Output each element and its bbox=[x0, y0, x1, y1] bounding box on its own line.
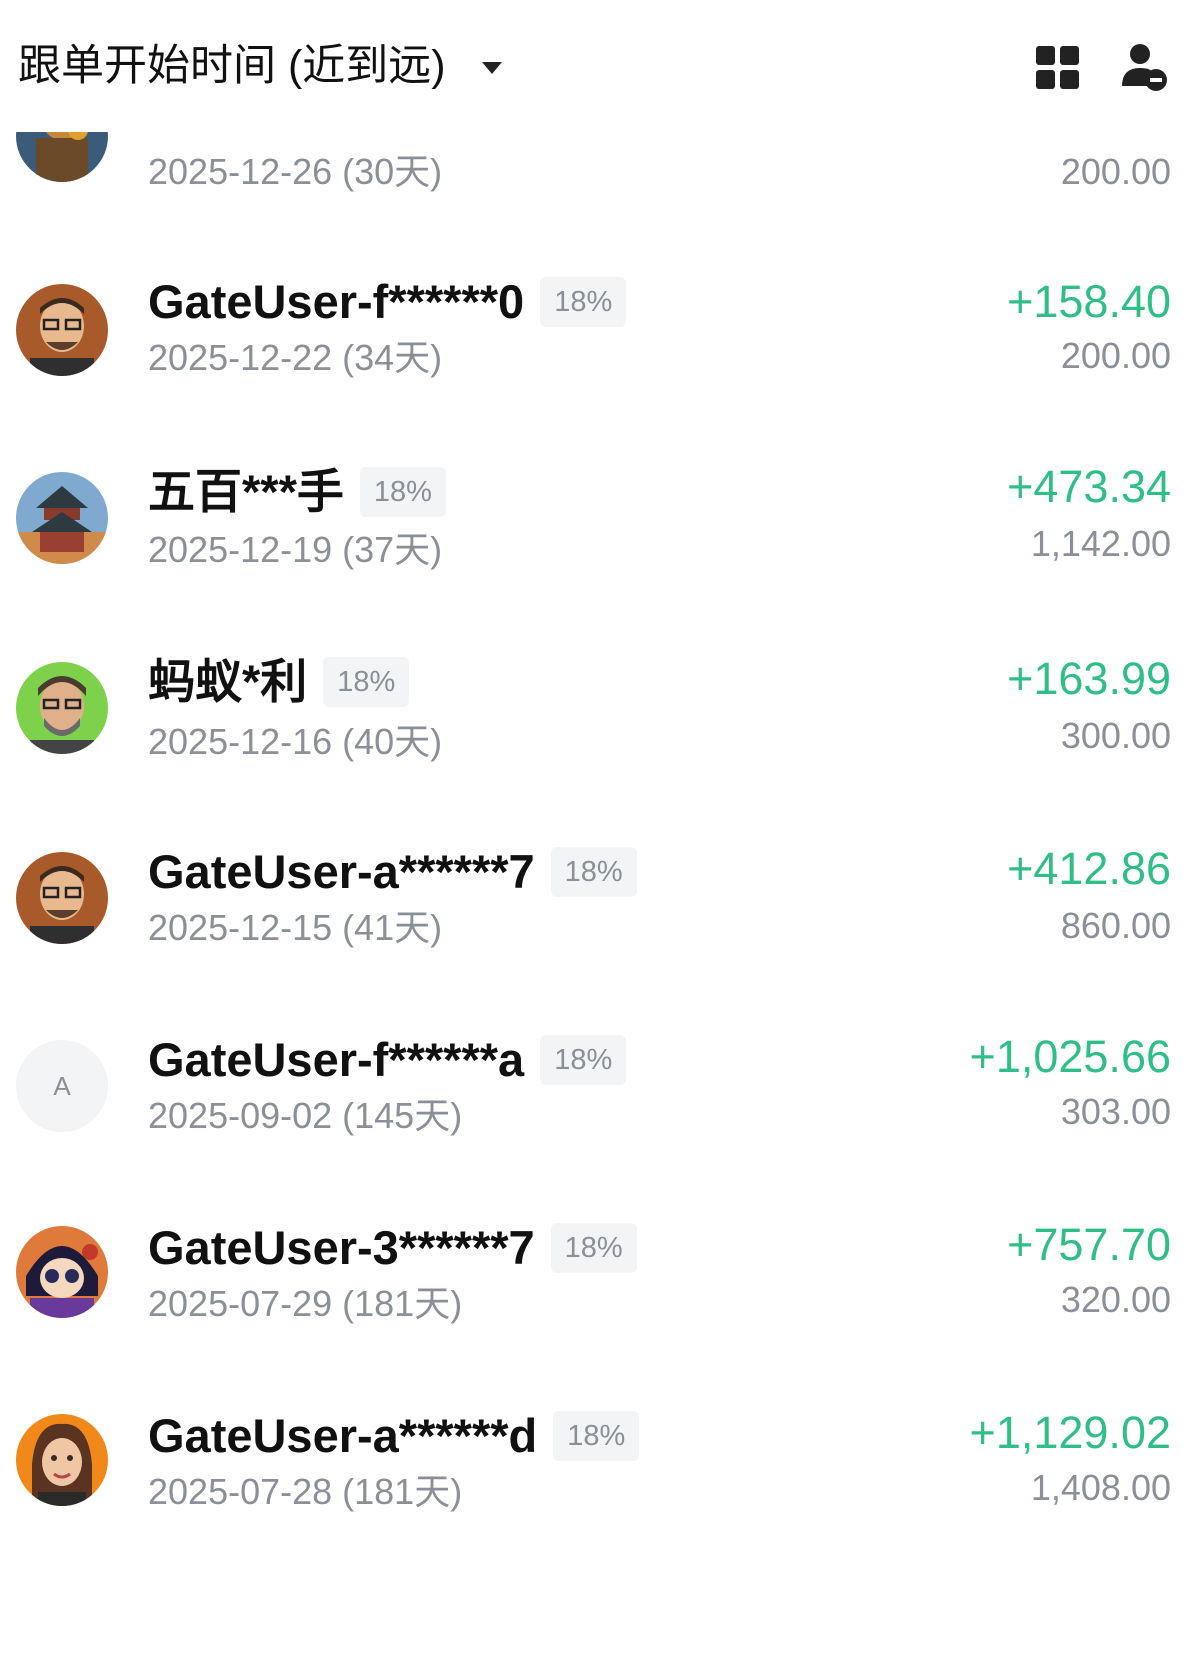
list-header: 跟单开始时间 (近到远) bbox=[0, 0, 1203, 132]
invest-amount: 320.00 bbox=[1060, 1279, 1171, 1320]
user-name[interactable]: 五百***手 bbox=[148, 464, 344, 520]
copy-trading-list-page: 2025-12-26 (30天) 200.00 GateUser-f******… bbox=[0, 0, 1203, 1658]
name-line: GateUser-f******a 18% bbox=[148, 1032, 627, 1088]
name-line: 五百***手 18% bbox=[148, 464, 446, 520]
invest-amount: 200.00 bbox=[1060, 151, 1171, 192]
user-remove-icon[interactable] bbox=[1120, 42, 1168, 92]
pnl-value: +158.40 bbox=[1007, 276, 1171, 327]
share-ratio-badge: 18% bbox=[540, 1035, 627, 1085]
name-line: 蚂蚁*利 18% bbox=[148, 654, 410, 710]
start-date: 2025-12-22 (34天) bbox=[148, 337, 443, 378]
avatar bbox=[16, 1414, 108, 1506]
user-name[interactable]: GateUser-3******7 bbox=[148, 1220, 535, 1276]
user-name[interactable]: GateUser-a******d bbox=[148, 1408, 537, 1464]
pnl-value: +163.99 bbox=[1007, 653, 1171, 704]
start-date: 2025-12-15 (41天) bbox=[148, 907, 443, 948]
name-line: GateUser-a******d 18% bbox=[148, 1408, 640, 1464]
share-ratio-badge: 18% bbox=[550, 847, 637, 897]
caret-down-icon[interactable] bbox=[482, 62, 502, 74]
invest-amount: 860.00 bbox=[1060, 905, 1171, 946]
invest-amount: 1,408.00 bbox=[1030, 1467, 1171, 1508]
start-date: 2025-12-26 (30天) bbox=[148, 151, 443, 192]
sort-selector[interactable]: 跟单开始时间 (近到远) bbox=[18, 40, 446, 92]
pnl-value: +1,129.02 bbox=[969, 1407, 1171, 1458]
invest-amount: 200.00 bbox=[1060, 335, 1171, 376]
start-date: 2025-12-16 (40天) bbox=[148, 721, 443, 762]
user-name[interactable]: GateUser-a******7 bbox=[148, 844, 535, 900]
list-item[interactable]: 蚂蚁*利 18% +163.99 2025-12-16 (40天) 300.00 bbox=[0, 650, 1203, 850]
user-name[interactable]: GateUser-f******0 bbox=[148, 274, 524, 330]
share-ratio-badge: 18% bbox=[323, 657, 410, 707]
grid-view-icon[interactable] bbox=[1036, 46, 1080, 90]
name-line: GateUser-a******7 18% bbox=[148, 844, 637, 900]
avatar bbox=[16, 284, 108, 376]
list-item[interactable]: 五百***手 18% +473.34 2025-12-19 (37天) 1,14… bbox=[0, 460, 1203, 660]
name-line: GateUser-f******0 18% bbox=[148, 274, 627, 330]
list-item[interactable]: A GateUser-f******a 18% +1,025.66 2025-0… bbox=[0, 1030, 1203, 1230]
share-ratio-badge: 18% bbox=[359, 467, 446, 517]
start-date: 2025-07-28 (181天) bbox=[148, 1471, 463, 1512]
pnl-value: +757.70 bbox=[1007, 1219, 1171, 1270]
share-ratio-badge: 18% bbox=[540, 277, 627, 327]
start-date: 2025-07-29 (181天) bbox=[148, 1283, 463, 1324]
user-name[interactable]: GateUser-f******a bbox=[148, 1032, 524, 1088]
list-item[interactable]: GateUser-a******7 18% +412.86 2025-12-15… bbox=[0, 840, 1203, 1040]
invest-amount: 1,142.00 bbox=[1030, 523, 1171, 564]
avatar bbox=[16, 662, 108, 754]
share-ratio-badge: 18% bbox=[553, 1411, 640, 1461]
avatar bbox=[16, 852, 108, 944]
list-item[interactable]: GateUser-f******0 18% +158.40 2025-12-22… bbox=[0, 270, 1203, 470]
start-date: 2025-09-02 (145天) bbox=[148, 1095, 463, 1136]
list-item[interactable]: GateUser-a******d 18% +1,129.02 2025-07-… bbox=[0, 1406, 1203, 1606]
avatar bbox=[16, 1226, 108, 1318]
list-item[interactable]: GateUser-3******7 18% +757.70 2025-07-29… bbox=[0, 1218, 1203, 1418]
name-line: GateUser-3******7 18% bbox=[148, 1220, 637, 1276]
invest-amount: 300.00 bbox=[1060, 715, 1171, 756]
avatar: A bbox=[16, 1040, 108, 1132]
pnl-value: +412.86 bbox=[1007, 843, 1171, 894]
start-date: 2025-12-19 (37天) bbox=[148, 529, 443, 570]
pnl-value: +473.34 bbox=[1007, 461, 1171, 512]
share-ratio-badge: 18% bbox=[550, 1223, 637, 1273]
avatar bbox=[16, 472, 108, 564]
invest-amount: 303.00 bbox=[1060, 1091, 1171, 1132]
user-name[interactable]: 蚂蚁*利 bbox=[148, 654, 307, 710]
pnl-value: +1,025.66 bbox=[969, 1031, 1171, 1082]
